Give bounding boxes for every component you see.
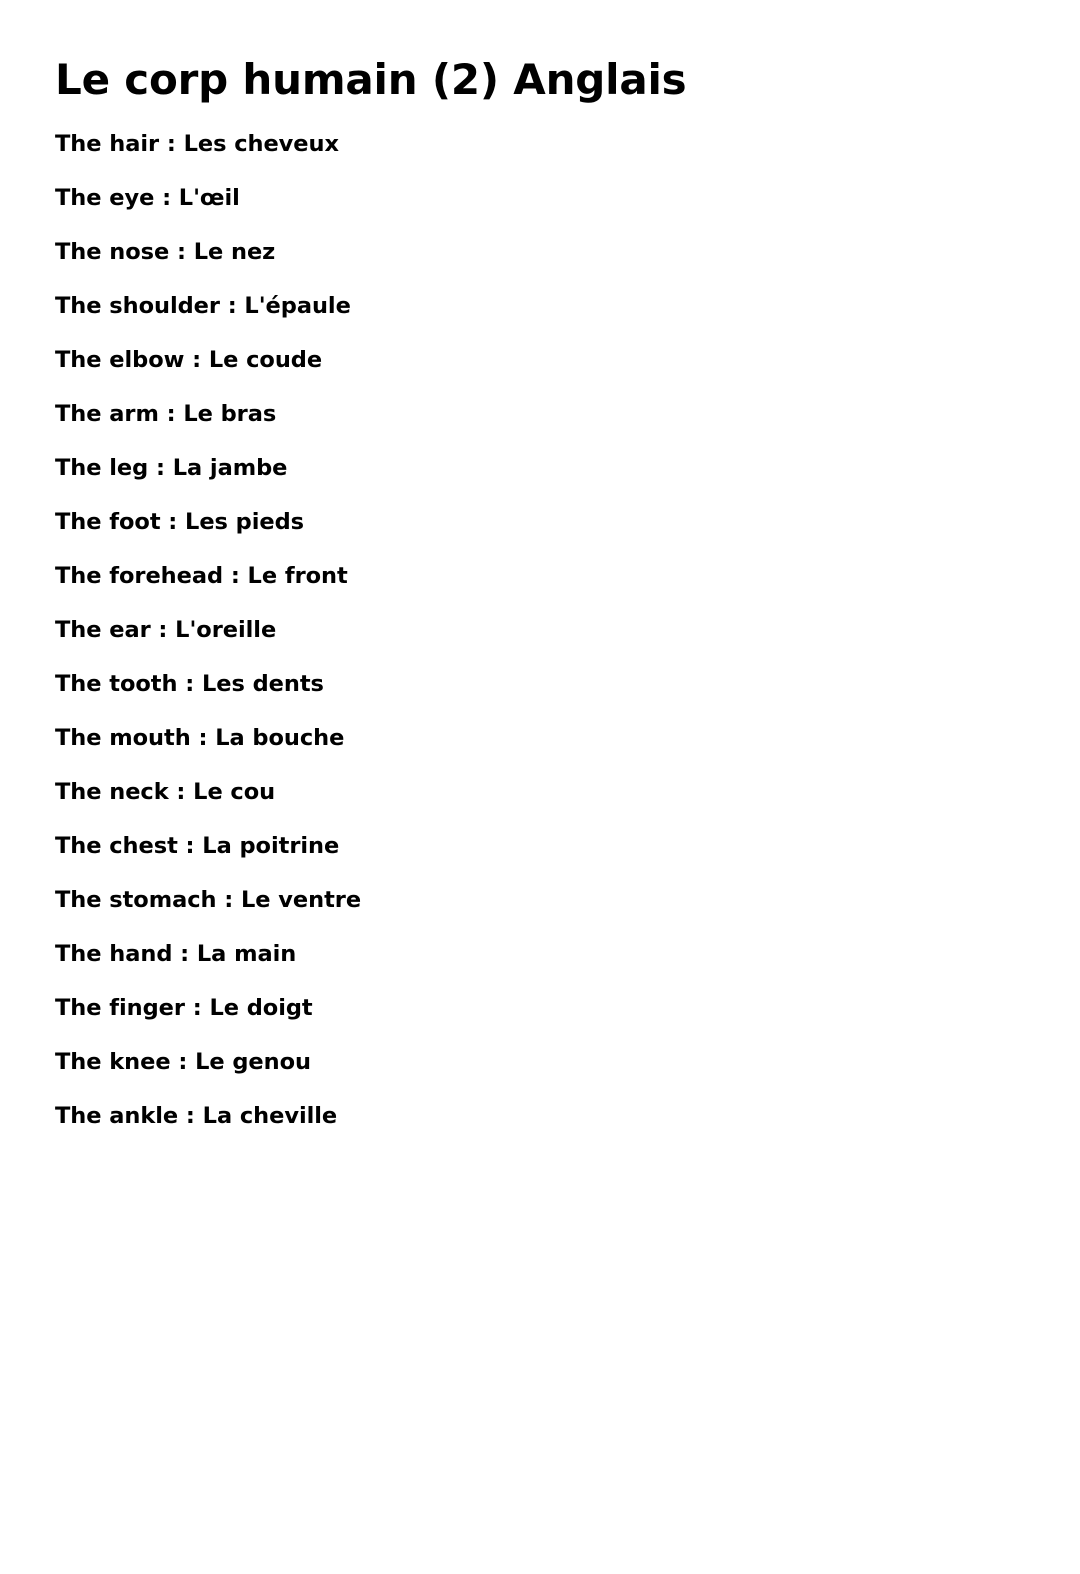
list-item: The chest : La poitrine: [55, 833, 340, 859]
list-item: The leg : La jambe: [55, 455, 288, 481]
vocabulary-list: The hair : Les cheveux The eye : L'œil T…: [55, 131, 1015, 1129]
list-item: The neck : Le cou: [55, 779, 276, 805]
list-item: The tooth : Les dents: [55, 671, 324, 697]
list-item: The arm : Le bras: [55, 401, 277, 427]
list-item: The finger : Le doigt: [55, 995, 313, 1021]
list-item: The eye : L'œil: [55, 185, 240, 211]
list-item: The forehead : Le front: [55, 563, 348, 589]
list-item: The hair : Les cheveux: [55, 131, 339, 157]
list-item: The mouth : La bouche: [55, 725, 345, 751]
document-page: Le corp humain (2) Anglais The hair : Le…: [0, 0, 1080, 1574]
page-title: Le corp humain (2) Anglais: [55, 55, 687, 104]
list-item: The ankle : La cheville: [55, 1103, 338, 1129]
list-item: The nose : Le nez: [55, 239, 276, 265]
list-item: The foot : Les pieds: [55, 509, 304, 535]
list-item: The elbow : Le coude: [55, 347, 323, 373]
list-item: The knee : Le genou: [55, 1049, 311, 1075]
list-item: The ear : L'oreille: [55, 617, 277, 643]
list-item: The shoulder : L'épaule: [55, 293, 351, 319]
list-item: The stomach : Le ventre: [55, 887, 362, 913]
list-item: The hand : La main: [55, 941, 297, 967]
